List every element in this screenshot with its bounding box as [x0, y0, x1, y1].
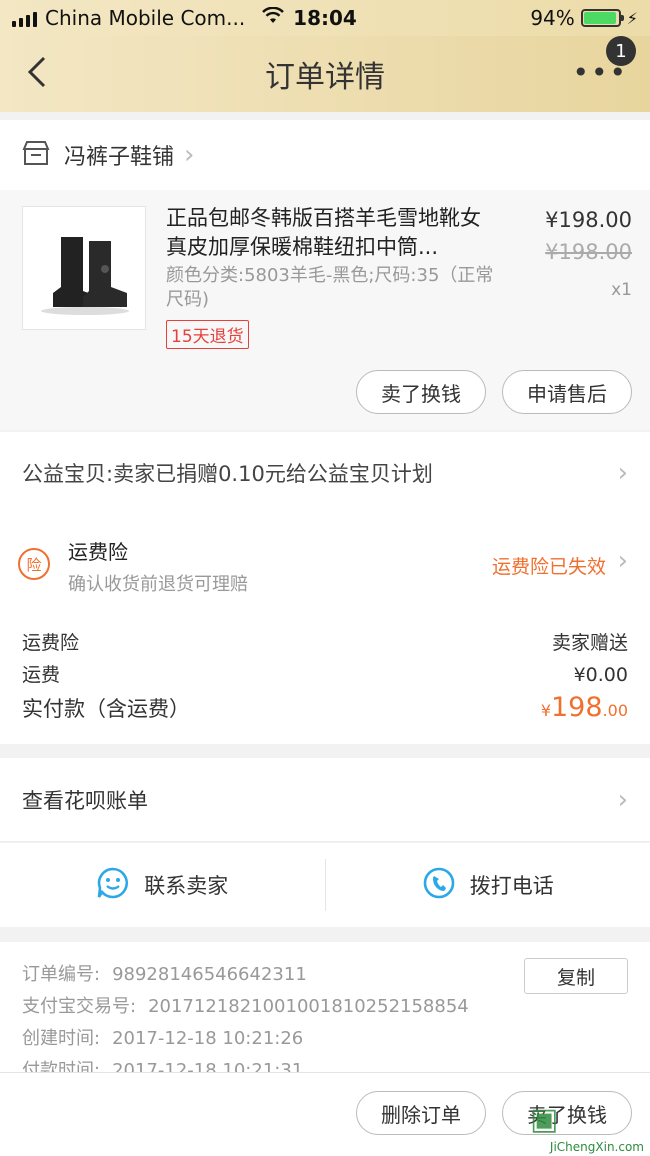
- fee-value: 卖家赠送: [551, 632, 628, 654]
- store-icon: [22, 140, 50, 170]
- chat-smile-icon: [96, 866, 130, 905]
- product-sku: 颜色分类:5803羊毛-黑色;尺码:35（正常尺码): [166, 265, 494, 310]
- charging-icon: ⚡: [626, 8, 638, 28]
- wifi-icon: [261, 6, 285, 30]
- total-label: 实付款（含运费）: [22, 697, 190, 721]
- fee-row: 运费险 卖家赠送: [22, 628, 628, 660]
- notification-badge: 1: [606, 36, 636, 66]
- sell-for-cash-button[interactable]: 卖了换钱: [356, 370, 486, 414]
- chevron-right-icon: ›: [617, 784, 628, 815]
- total-amount: ¥198.00: [540, 692, 628, 723]
- product-image[interactable]: [22, 206, 146, 330]
- product-price: ¥198.00: [545, 208, 632, 232]
- shop-name: 冯裤子鞋铺: [64, 145, 175, 170]
- order-info-row: 付款时间: 2017-12-18 10:21:31: [22, 1060, 304, 1072]
- call-phone-label: 拨打电话: [469, 874, 554, 898]
- insurance-desc: 确认收货前退货可理赔: [68, 574, 248, 595]
- carrier-name: China Mobile Com...: [45, 6, 246, 30]
- contact-bar: 联系卖家 拨打电话: [0, 843, 650, 927]
- nav-bar: 订单详情 ••• 1: [0, 36, 650, 112]
- charity-text: 公益宝贝:卖家已捐赠0.10元给公益宝贝计划: [22, 462, 433, 486]
- copy-order-number-button[interactable]: 复制: [524, 958, 628, 994]
- insurance-name: 运费险: [68, 540, 128, 564]
- chevron-right-icon: ›: [184, 140, 195, 170]
- return-policy-tag: 15天退货: [166, 320, 249, 349]
- more-dots-icon[interactable]: •••: [572, 59, 628, 87]
- apply-aftersale-button[interactable]: 申请售后: [502, 370, 632, 414]
- insurance-status: 运费险已失效: [491, 556, 606, 578]
- fee-label: 运费: [22, 664, 61, 686]
- signal-icon: [12, 9, 37, 27]
- order-info-row: 支付宝交易号: 2017121821001001810252158854: [22, 996, 469, 1017]
- battery-icon: [580, 9, 624, 27]
- fee-row: 运费 ¥0.00: [22, 660, 628, 692]
- status-bar: China Mobile Com... 18:04 94% ⚡: [0, 0, 650, 36]
- original-price: ¥198.00: [545, 240, 632, 264]
- fee-label: 运费险: [22, 632, 80, 654]
- chevron-right-icon: ›: [617, 458, 628, 488]
- order-info: 订单编号: 98928146546642311 支付宝交易号: 2017121821…: [0, 942, 650, 1072]
- fee-summary: 运费险 卖家赠送 运费 ¥0.00 实付款（含运费） ¥198.00: [0, 610, 650, 744]
- contact-seller-label: 联系卖家: [144, 874, 229, 898]
- order-info-row: 创建时间: 2017-12-18 10:21:26: [22, 1028, 304, 1049]
- product-card: 正品包邮冬韩版百搭羊毛雪地靴女真皮加厚保暖棉鞋纽扣中筒... 颜色分类:5803…: [0, 190, 650, 430]
- watermark-url: JiChengXin.com: [549, 1140, 644, 1154]
- phone-icon: [422, 866, 456, 905]
- product-quantity: x1: [611, 280, 632, 300]
- delete-order-button[interactable]: 删除订单: [356, 1091, 486, 1135]
- fee-value: ¥0.00: [573, 664, 628, 686]
- product-title[interactable]: 正品包邮冬韩版百搭羊毛雪地靴女真皮加厚保暖棉鞋纽扣中筒...: [166, 204, 496, 262]
- shop-row[interactable]: 冯裤子鞋铺 ›: [0, 120, 650, 190]
- battery-percent: 94%: [530, 6, 575, 30]
- chevron-right-icon: ›: [617, 546, 628, 576]
- call-phone-button[interactable]: 拨打电话: [326, 843, 650, 927]
- contact-seller-button[interactable]: 联系卖家: [0, 843, 325, 927]
- site-watermark: ▣ JiChengXin.com: [530, 1100, 644, 1156]
- shipping-insurance-row[interactable]: 险 运费险 确认收货前退货可理赔 运费险已失效 ›: [0, 514, 650, 610]
- page-title: 订单详情: [265, 60, 385, 95]
- insurance-icon: 险: [18, 548, 50, 580]
- total-row: 实付款（含运费） ¥198.00: [22, 692, 628, 728]
- charity-row[interactable]: 公益宝贝:卖家已捐赠0.10元给公益宝贝计划 ›: [0, 432, 650, 514]
- chevron-left-icon[interactable]: [20, 50, 60, 94]
- huabei-text: 查看花呗账单: [22, 788, 148, 813]
- watermark-logo: ▣: [530, 1102, 559, 1137]
- huabei-bill-row[interactable]: 查看花呗账单 ›: [0, 758, 650, 842]
